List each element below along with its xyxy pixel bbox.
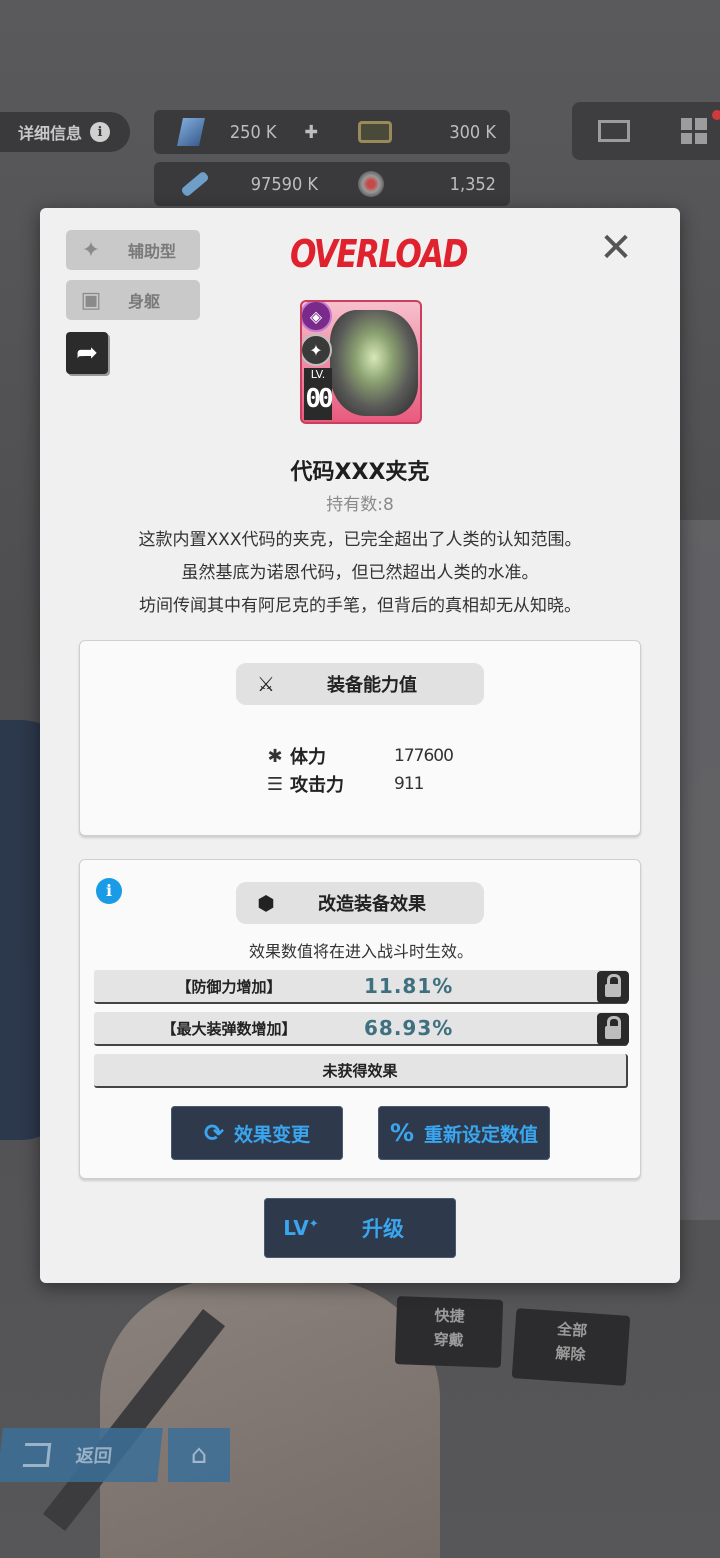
effect-value: 68.93% [364, 1016, 454, 1040]
lock-icon[interactable] [597, 1013, 629, 1045]
equipment-detail-modal: ✦ 辅助型 ▣ 身躯 ➦ OVERLOAD ✕ ◈ ✦ LV. 00 代码XXX… [40, 208, 680, 1283]
feathers-value: 97590 K [250, 173, 318, 195]
gems-value: 250 K [229, 121, 277, 143]
reset-values-label: 重新设定数值 [424, 1123, 539, 1146]
coins-value: 1,352 [449, 173, 496, 195]
upgrade-button[interactable]: LV✦ 升级 [264, 1198, 456, 1258]
lock-icon[interactable] [597, 971, 629, 1003]
quick-equip-button[interactable]: 快捷 穿戴 [394, 1296, 504, 1368]
holding-count: 持有数:8 [326, 495, 394, 515]
close-icon: ✕ [599, 225, 633, 271]
effect-value: 11.81% [364, 974, 454, 998]
effect-name: 未获得效果 [322, 1061, 398, 1080]
back-icon [22, 1443, 52, 1467]
description-line: 虽然基底为诺恩代码，但已然超出人类的水准。 [181, 563, 539, 583]
stats-panel-header: ⚔ 装备能力值 [236, 663, 484, 705]
effect-row[interactable]: 【防御力增加】 11.81% [94, 970, 629, 1004]
refresh-icon: ⟳ [203, 1119, 225, 1147]
home-icon: ⌂ [190, 1440, 208, 1470]
stat-label: 攻击力 [290, 775, 344, 796]
stat-row-attack: ☰ 攻击力 911 [260, 771, 425, 797]
stat-value: 911 [394, 774, 424, 794]
percent-icon: % [389, 1119, 415, 1147]
effects-panel: i ⬢ 改造装备效果 效果数值将在进入战斗时生效。 【防御力增加】 11.81%… [79, 859, 641, 1179]
back-label: 返回 [74, 1446, 113, 1467]
level-up-icon: LV✦ [283, 1216, 319, 1240]
item-level: LV. 00 [304, 368, 334, 420]
effect-name: 【防御力增加】 [176, 977, 282, 996]
effect-row[interactable]: 【最大装弹数增加】 68.93% [94, 1012, 629, 1046]
stat-value: 177600 [394, 746, 454, 766]
close-button[interactable]: ✕ [596, 228, 636, 268]
type-tag-label: 辅助型 [128, 242, 177, 261]
item-level-value: 00 [305, 384, 333, 414]
notification-dot [712, 110, 720, 120]
mail-icon[interactable] [597, 120, 630, 142]
effects-panel-title: 改造装备效果 [318, 894, 426, 915]
change-effect-button[interactable]: ⟳ 效果变更 [171, 1106, 343, 1160]
grid-menu-icon[interactable] [680, 118, 707, 144]
attack-icon: ☰ [266, 773, 284, 795]
plus-icon[interactable]: ✚ [304, 122, 318, 143]
resource-bar-top: 250 K ✚ 300 K [154, 110, 510, 154]
stat-label: 体力 [290, 747, 326, 768]
overload-logo: OVERLOAD [290, 232, 469, 276]
unequip-all-button[interactable]: 全部 解除 [511, 1308, 631, 1386]
change-effect-label: 效果变更 [234, 1123, 311, 1146]
hp-icon: ✱ [267, 745, 283, 767]
crossed-swords-icon: ⚔ [257, 672, 275, 696]
support-type-icon: ✦ [81, 237, 101, 263]
effect-row-empty: 未获得效果 [94, 1054, 628, 1088]
jacket-image [330, 310, 418, 416]
gem-icon [177, 118, 205, 146]
detail-info-label: 详细信息 [18, 124, 83, 143]
stats-panel: ⚔ 装备能力值 ✱ 体力 177600 ☰ 攻击力 911 [79, 640, 641, 836]
info-icon: i [90, 122, 111, 142]
type-tag: ✦ 辅助型 [66, 230, 200, 270]
coin-icon [358, 171, 384, 197]
share-icon: ➦ [76, 338, 98, 368]
item-description: 这款内置XXX代码的夹克，已完全超出了人类的认知范围。 虽然基底为诺恩代码，但已… [40, 524, 680, 623]
body-slot-icon: ▣ [80, 287, 102, 313]
description-line: 坊间传闻其中有阿尼克的手笔，但背后的真相却无从知晓。 [139, 596, 581, 616]
quick-equip-label-2: 穿戴 [433, 1330, 465, 1350]
cube-icon: ⬢ [257, 891, 275, 915]
item-name: 代码XXX夹克 [290, 460, 430, 485]
home-button[interactable]: ⌂ [168, 1428, 230, 1482]
slot-tag-label: 身躯 [128, 292, 161, 311]
support-badge-icon: ✦ [302, 334, 332, 366]
top-right-menu [572, 102, 720, 160]
effects-panel-header: ⬢ 改造装备效果 [236, 882, 484, 924]
back-button[interactable]: 返回 [0, 1428, 163, 1482]
feather-icon [180, 170, 210, 198]
tickets-value: 300 K [449, 121, 496, 143]
rarity-badge-icon: ◈ [302, 302, 332, 332]
stats-panel-title: 装备能力值 [327, 675, 417, 696]
ticket-icon [358, 121, 392, 143]
slot-tag: ▣ 身躯 [66, 280, 200, 320]
item-level-label: LV. [310, 368, 326, 381]
description-line: 这款内置XXX代码的夹克，已完全超出了人类的认知范围。 [138, 530, 582, 550]
resource-bar-bottom: 97590 K 1,352 [154, 162, 510, 206]
info-icon[interactable]: i [96, 878, 122, 904]
reset-values-button[interactable]: % 重新设定数值 [378, 1106, 550, 1160]
effects-note: 效果数值将在进入战斗时生效。 [248, 942, 473, 961]
item-card: ◈ ✦ LV. 00 [300, 300, 422, 424]
stat-row-hp: ✱ 体力 177600 [260, 743, 453, 769]
detail-info-button[interactable]: 详细信息 i [0, 112, 130, 152]
effect-name: 【最大装弹数增加】 [161, 1019, 297, 1038]
upgrade-label: 升级 [362, 1217, 404, 1241]
share-button[interactable]: ➦ [66, 332, 108, 374]
quick-equip-label-1: 快捷 [434, 1306, 465, 1326]
